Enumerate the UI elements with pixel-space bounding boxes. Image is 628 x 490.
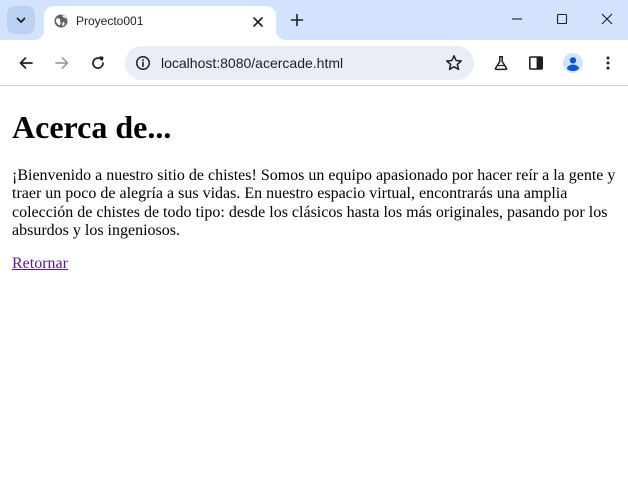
person-icon bbox=[563, 53, 583, 73]
page-title: Acerca de... bbox=[12, 109, 172, 145]
reload-button[interactable] bbox=[84, 49, 112, 77]
arrow-right-icon bbox=[55, 57, 69, 69]
maximize-button[interactable] bbox=[539, 0, 585, 38]
window-close-button[interactable] bbox=[584, 0, 628, 38]
kebab-menu-icon bbox=[606, 56, 610, 70]
bookmark-button[interactable] bbox=[444, 53, 464, 73]
browser-toolbar: localhost:8080/acercade.html bbox=[0, 40, 628, 86]
active-tab[interactable]: Proyecto001 bbox=[44, 6, 276, 40]
site-info-button[interactable] bbox=[133, 53, 153, 73]
tab-close-button[interactable] bbox=[248, 12, 268, 32]
minimize-icon bbox=[512, 18, 522, 20]
arrow-left-icon bbox=[19, 57, 33, 69]
tab-search-button[interactable] bbox=[7, 6, 35, 34]
new-tab-button[interactable] bbox=[283, 6, 311, 34]
url-text[interactable]: localhost:8080/acercade.html bbox=[161, 55, 343, 71]
reload-icon bbox=[92, 56, 104, 69]
flask-icon bbox=[494, 56, 508, 71]
side-panel-icon bbox=[528, 56, 543, 70]
browser-menu-button[interactable] bbox=[594, 49, 622, 77]
globe-icon bbox=[54, 14, 68, 28]
forward-button[interactable] bbox=[48, 49, 76, 77]
close-icon bbox=[601, 13, 613, 25]
labs-button[interactable] bbox=[487, 49, 515, 77]
profile-button[interactable] bbox=[559, 49, 587, 77]
about-paragraph: ¡Bienvenido a nuestro sitio de chistes! … bbox=[12, 167, 616, 240]
tab-title: Proyecto001 bbox=[76, 14, 144, 28]
return-link[interactable]: Retornar bbox=[12, 255, 68, 273]
chevron-down-icon bbox=[16, 17, 26, 23]
close-icon bbox=[253, 17, 263, 27]
tab-strip: Proyecto001 bbox=[0, 0, 628, 40]
plus-icon bbox=[290, 13, 304, 27]
info-icon bbox=[135, 55, 151, 71]
star-icon bbox=[446, 55, 462, 71]
back-button[interactable] bbox=[12, 49, 40, 77]
page-content: Acerca de... ¡Bienvenido a nuestro sitio… bbox=[0, 87, 628, 490]
maximize-icon bbox=[556, 13, 568, 25]
minimize-button[interactable] bbox=[494, 0, 540, 38]
address-bar[interactable]: localhost:8080/acercade.html bbox=[125, 46, 474, 80]
side-panel-button[interactable] bbox=[522, 49, 550, 77]
